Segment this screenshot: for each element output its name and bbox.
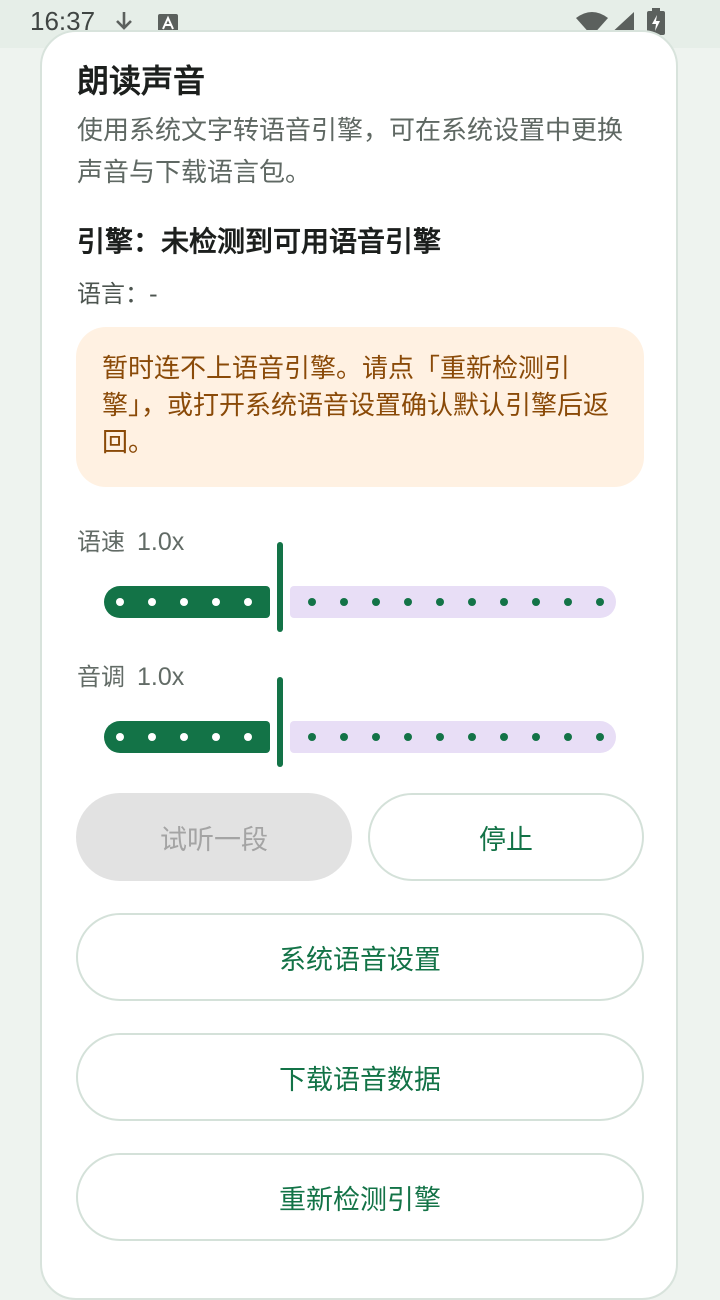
pitch-slider[interactable] (104, 677, 616, 767)
slider-tick (596, 598, 604, 606)
speed-slider[interactable] (104, 542, 616, 632)
slider-tick (244, 598, 252, 606)
slider-tick (500, 598, 508, 606)
speed-value: 1.0x (137, 528, 185, 556)
stop-button[interactable]: 停止 (368, 793, 644, 881)
preview-button[interactable]: 试听一段 (76, 793, 352, 881)
slider-tick (116, 598, 124, 606)
slider-tick (532, 598, 540, 606)
slider-tick (148, 733, 156, 741)
slider-tick (180, 733, 188, 741)
warning-banner: 暂时连不上语音引擎。请点「重新检测引擎」，或打开系统语音设置确认默认引擎后返回。 (76, 327, 644, 487)
slider-tick (500, 733, 508, 741)
slider-tick (404, 733, 412, 741)
slider-tick (436, 598, 444, 606)
slider-tick (436, 733, 444, 741)
pitch-value: 1.0x (137, 663, 185, 691)
speed-label: 语速 (77, 528, 125, 556)
recheck-engine-button[interactable]: 重新检测引擎 (76, 1153, 644, 1241)
slider-tick (372, 733, 380, 741)
pitch-label: 音调 (77, 663, 125, 691)
section-title: 朗读声音 (77, 62, 206, 100)
slider-tick (468, 733, 476, 741)
slider-tick (212, 733, 220, 741)
slider-tick (404, 598, 412, 606)
slider-tick (564, 733, 572, 741)
slider-thumb[interactable] (277, 542, 283, 632)
slider-tick (596, 733, 604, 741)
download-voice-data-button[interactable]: 下载语音数据 (76, 1033, 644, 1121)
slider-tick (180, 598, 188, 606)
engine-status: 引擎：未检测到可用语音引擎 (77, 225, 442, 258)
slider-tick (564, 598, 572, 606)
slider-thumb[interactable] (277, 677, 283, 767)
slider-tick (116, 733, 124, 741)
speed-label-row: 语速 1.0x (77, 522, 184, 557)
language-status: 语言：- (77, 280, 158, 308)
slider-tick (340, 733, 348, 741)
slider-tick (148, 598, 156, 606)
system-tts-settings-button[interactable]: 系统语音设置 (76, 913, 644, 1001)
slider-tick (340, 598, 348, 606)
slider-tick (468, 598, 476, 606)
slider-tick (244, 733, 252, 741)
slider-tick (308, 733, 316, 741)
pitch-label-row: 音调 1.0x (77, 657, 184, 692)
slider-tick (212, 598, 220, 606)
slider-tick (308, 598, 316, 606)
slider-tick (532, 733, 540, 741)
section-description: 使用系统文字转语音引擎，可在系统设置中更换声音与下载语言包。 (77, 116, 624, 188)
slider-tick (372, 598, 380, 606)
